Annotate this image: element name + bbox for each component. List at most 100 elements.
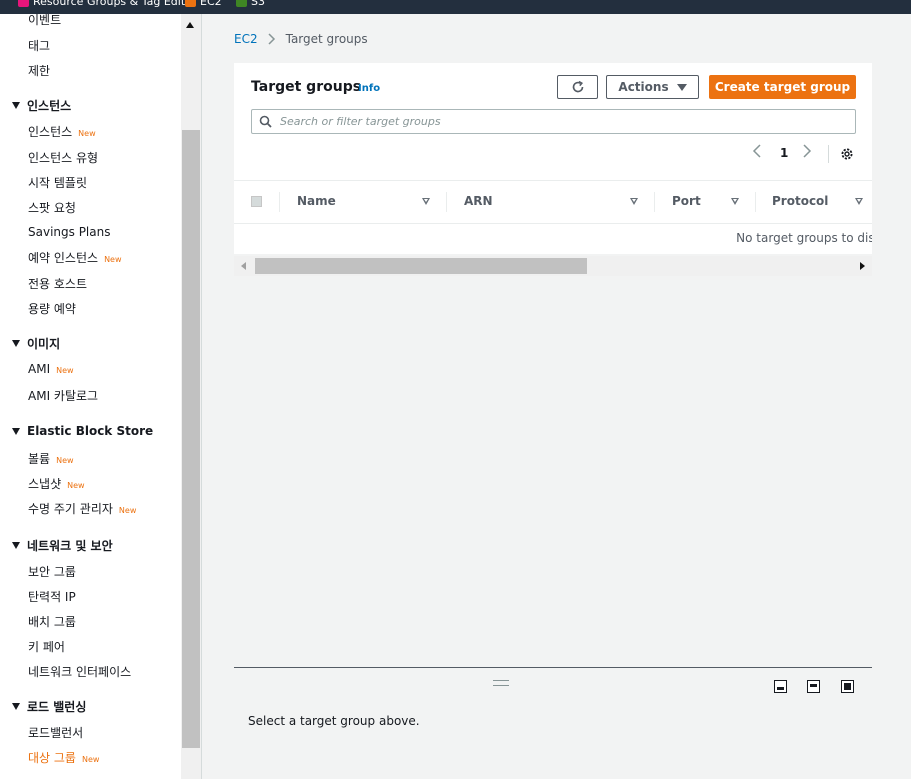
sidebar-item-capacity-reservations[interactable]: 용량 예약 <box>28 300 76 317</box>
breadcrumb-current: Target groups <box>285 32 368 46</box>
layout-full-icon[interactable] <box>841 680 854 693</box>
sidebar-item-label: 배치 그룹 <box>28 615 76 629</box>
actions-dropdown-button[interactable]: Actions <box>606 75 699 99</box>
favorite-ec2[interactable]: EC2 <box>185 0 222 8</box>
sidebar-item-launch-templates[interactable]: 시작 템플릿 <box>28 174 87 191</box>
sort-icon[interactable] <box>630 198 638 205</box>
sidebar-section-load-balancing[interactable]: 로드 밸런싱 <box>12 698 86 715</box>
sidebar: 이벤트 태그 제한 인스턴스 인스턴스 New 인스턴스 유형 시작 템플릿 스팟… <box>0 14 181 779</box>
sort-icon[interactable] <box>422 198 430 205</box>
sidebar-item-label: Savings Plans <box>28 225 111 239</box>
sidebar-item-instances[interactable]: 인스턴스 New <box>28 123 96 140</box>
sidebar-section-ebs[interactable]: Elastic Block Store <box>12 424 153 438</box>
target-groups-panel: Target groups Info Actions Create target… <box>234 63 872 254</box>
sidebar-item-target-groups[interactable]: 대상 그룹 New <box>28 749 99 766</box>
favorite-resource-groups[interactable]: Resource Groups & Tag Editor <box>18 0 196 8</box>
sidebar-item-security-groups[interactable]: 보안 그룹 <box>28 563 76 580</box>
sidebar-item-label: 이벤트 <box>28 14 62 27</box>
sidebar-item-savings-plans[interactable]: Savings Plans <box>28 225 110 239</box>
sidebar-section-instances[interactable]: 인스턴스 <box>12 97 71 114</box>
sidebar-item-key-pairs[interactable]: 키 페어 <box>28 638 65 655</box>
column-header-arn[interactable]: ARN <box>464 194 493 208</box>
favorite-s3[interactable]: S3 <box>236 0 265 8</box>
sidebar-item-label: 용량 예약 <box>28 302 76 316</box>
select-all-checkbox[interactable] <box>251 196 262 207</box>
new-badge: New <box>104 255 122 264</box>
caret-down-icon <box>12 703 20 710</box>
table-horizontal-scrollbar[interactable] <box>234 256 872 276</box>
sidebar-item-spot-requests[interactable]: 스팟 요청 <box>28 199 76 216</box>
search-field[interactable] <box>251 109 856 134</box>
sidebar-item-label: 제한 <box>28 64 51 78</box>
sidebar-item-label: 볼륨 <box>28 452 51 466</box>
sidebar-item-load-balancers[interactable]: 로드밸런서 <box>28 724 83 741</box>
sidebar-item-label: AMI 카탈로그 <box>28 389 99 403</box>
info-link[interactable]: Info <box>358 83 380 94</box>
sidebar-item-snapshots[interactable]: 스냅샷 New <box>28 475 85 492</box>
sort-icon[interactable] <box>731 198 739 205</box>
new-badge: New <box>56 456 74 465</box>
sidebar-item-label: 스팟 요청 <box>28 201 76 215</box>
sidebar-item-ami[interactable]: AMI New <box>28 362 74 376</box>
new-badge: New <box>118 506 137 515</box>
column-divider <box>654 192 655 212</box>
sidebar-item-elastic-ips[interactable]: 탄력적 IP <box>28 588 76 605</box>
sidebar-item-network-interfaces[interactable]: 네트워크 인터페이스 <box>28 663 131 680</box>
sidebar-item-volumes[interactable]: 볼륨 New <box>28 450 74 467</box>
sidebar-item-instance-types[interactable]: 인스턴스 유형 <box>28 149 98 166</box>
sidebar-section-title: 이미지 <box>27 337 61 351</box>
sidebar-item-label: 인스턴스 유형 <box>28 151 99 165</box>
sidebar-item-label: 예약 인스턴스 <box>28 251 99 265</box>
sidebar-item-placement-groups[interactable]: 배치 그룹 <box>28 613 76 630</box>
sidebar-item-lifecycle-manager[interactable]: 수명 주기 관리자 New <box>28 500 136 517</box>
scroll-right-arrow-icon[interactable] <box>860 262 865 270</box>
sidebar-item-label: 키 페어 <box>28 640 65 654</box>
actions-label: Actions <box>618 80 669 94</box>
caret-down-icon <box>12 427 20 435</box>
sidebar-item-label: 전용 호스트 <box>28 277 88 291</box>
sidebar-item-label: 탄력적 IP <box>28 590 76 604</box>
previous-page-icon[interactable] <box>752 144 762 158</box>
scrollbar-thumb[interactable] <box>182 130 200 748</box>
sidebar-section-title: Elastic Block Store <box>27 424 154 438</box>
column-header-protocol[interactable]: Protocol <box>772 194 828 208</box>
sidebar-item-reserved-instances[interactable]: 예약 인스턴스 New <box>28 249 122 266</box>
chevron-right-icon <box>268 33 275 45</box>
sidebar-scrollbar[interactable] <box>181 14 202 779</box>
sidebar-section-network-security[interactable]: 네트워크 및 보안 <box>12 537 113 554</box>
caret-down-icon <box>12 340 20 347</box>
layout-side-icon[interactable] <box>807 680 820 693</box>
sidebar-item-limits[interactable]: 제한 <box>28 62 50 79</box>
refresh-button[interactable] <box>557 75 598 99</box>
s3-icon <box>236 0 247 7</box>
column-header-name[interactable]: Name <box>297 194 336 208</box>
scroll-left-arrow-icon[interactable] <box>241 262 246 270</box>
search-input[interactable] <box>278 114 855 129</box>
sidebar-item-events[interactable]: 이벤트 <box>28 14 61 28</box>
sidebar-section-title: 로드 밸런싱 <box>27 700 87 714</box>
caret-down-icon <box>12 102 20 109</box>
column-divider <box>279 192 280 212</box>
scrollbar-thumb[interactable] <box>255 258 587 274</box>
sidebar-item-tags[interactable]: 태그 <box>28 37 50 54</box>
sidebar-item-label: 태그 <box>28 39 51 53</box>
sidebar-section-images[interactable]: 이미지 <box>12 335 60 352</box>
drag-handle-icon[interactable] <box>493 680 509 686</box>
sidebar-item-dedicated-hosts[interactable]: 전용 호스트 <box>28 275 87 292</box>
column-header-port[interactable]: Port <box>672 194 701 208</box>
scroll-up-arrow-icon[interactable] <box>186 22 194 28</box>
resource-groups-icon <box>18 0 29 7</box>
layout-bottom-icon[interactable] <box>774 680 787 693</box>
sidebar-item-label: 스냅샷 <box>28 477 62 491</box>
create-target-group-button[interactable]: Create target group <box>709 75 856 99</box>
sidebar-item-label: 보안 그룹 <box>28 565 76 579</box>
search-icon <box>252 110 278 133</box>
sort-icon[interactable] <box>855 198 863 205</box>
new-badge: New <box>78 129 96 138</box>
breadcrumb-ec2-link[interactable]: EC2 <box>234 32 258 46</box>
next-page-icon[interactable] <box>802 144 812 158</box>
page-number[interactable]: 1 <box>780 146 788 160</box>
sidebar-item-ami-catalog[interactable]: AMI 카탈로그 <box>28 387 98 404</box>
gear-icon[interactable] <box>840 147 854 161</box>
split-panel-divider <box>234 667 872 668</box>
